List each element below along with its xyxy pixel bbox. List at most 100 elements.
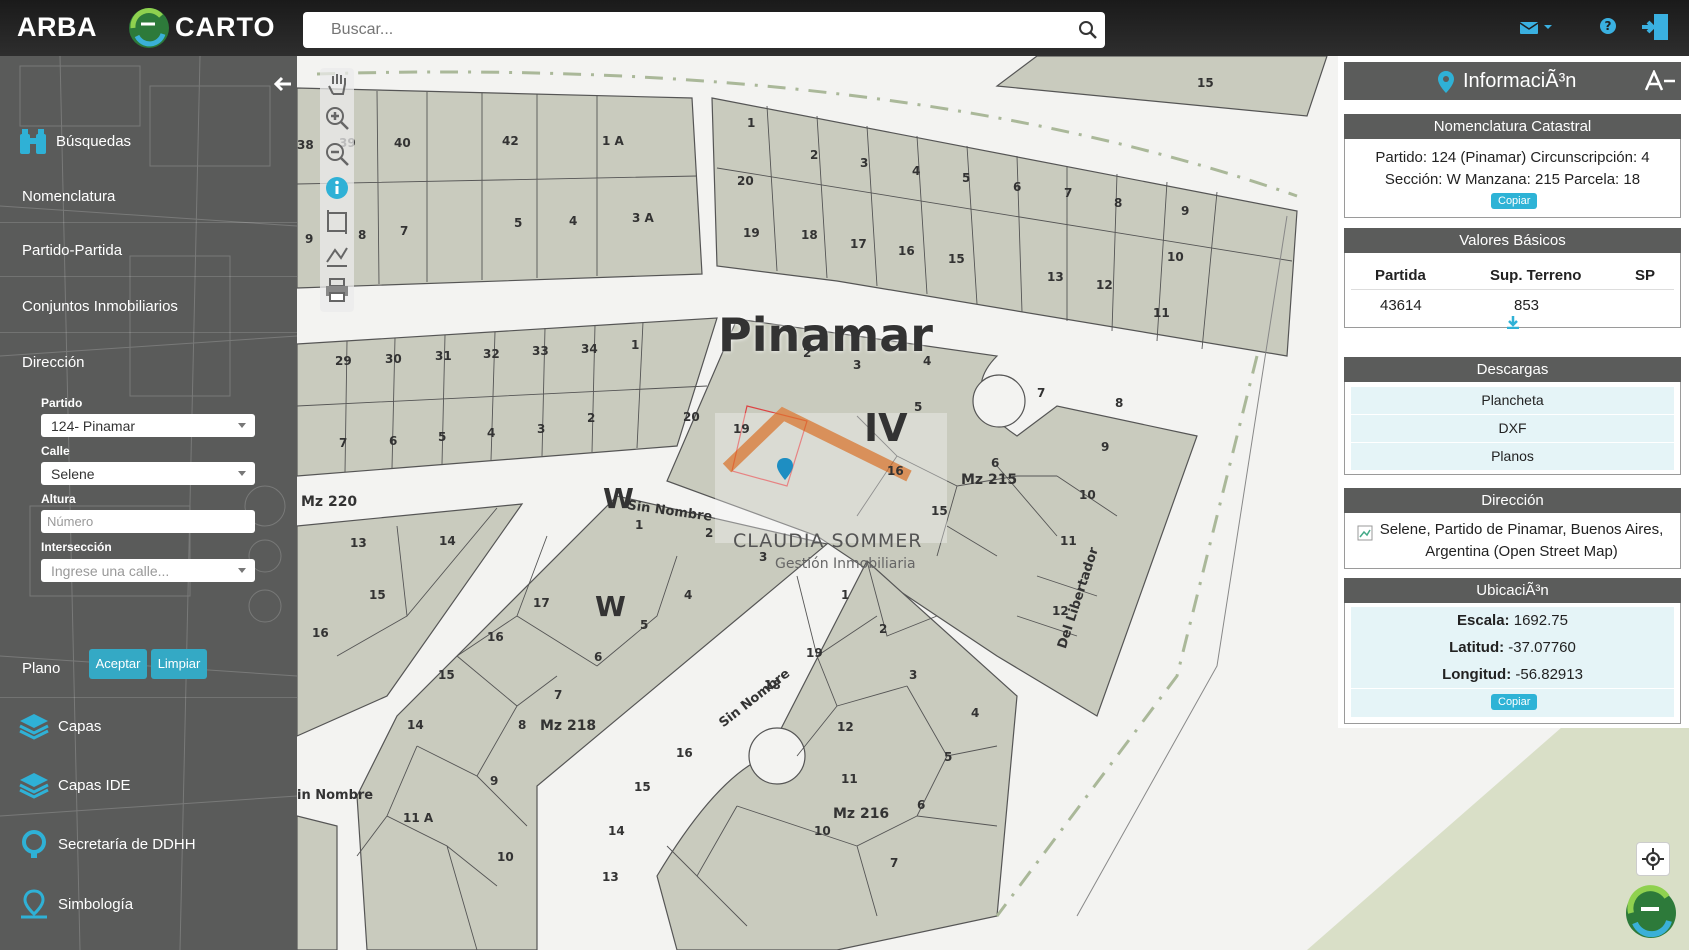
copy-ubicacion-button[interactable]: Copiar <box>1491 694 1538 710</box>
partida-value: 43614 <box>1380 297 1422 314</box>
direccion-line2: Argentina (Open Street Map) <box>1425 543 1618 560</box>
direccion-line1: Selene, Partido de Pinamar, Buenos Aires… <box>1379 521 1664 538</box>
print-icon[interactable] <box>323 276 351 304</box>
lot-number: 14 <box>439 534 456 548</box>
zoom-in-icon[interactable] <box>323 104 351 132</box>
altura-placeholder: Número <box>47 514 94 529</box>
sidebar-item-label: Simbología <box>58 895 134 913</box>
lot-number: 1 <box>841 588 850 602</box>
download-dxf[interactable]: DXF <box>1351 415 1674 443</box>
mail-icon[interactable] <box>1519 20 1539 36</box>
lot-number: 3 <box>860 156 869 170</box>
descargas-header: Descargas <box>1344 357 1681 382</box>
watermark-name: CLAUDIA SOMMER <box>733 530 923 552</box>
download-planos[interactable]: Planos <box>1351 443 1674 471</box>
calle-select[interactable]: Selene <box>41 462 255 485</box>
lot-number: 6 <box>389 434 398 448</box>
lot-number: 42 <box>502 134 519 148</box>
download-icon[interactable] <box>1506 315 1520 329</box>
nomenclatura-header: Nomenclatura Catastral <box>1344 114 1681 139</box>
lot-number: 4 <box>569 214 578 228</box>
longitud-label: Longitud: <box>1442 666 1512 683</box>
limpiar-button[interactable]: Limpiar <box>151 649 207 679</box>
lot-number: 6 <box>917 798 926 812</box>
lot-number: 15 <box>438 668 455 682</box>
pan-hand-icon[interactable] <box>323 70 351 98</box>
lot-number: 8 <box>1115 396 1124 410</box>
measure-distance-icon[interactable] <box>323 242 351 270</box>
search-input[interactable] <box>303 12 1091 48</box>
ubicacion-header: UbicaciÃ³n <box>1344 578 1681 603</box>
latitud-value: -37.07760 <box>1508 639 1576 656</box>
lot-number: 38 <box>297 138 314 152</box>
lot-number: 12 <box>1052 604 1069 618</box>
lot-number: 10 <box>1167 250 1184 264</box>
lot-number: 2 <box>810 148 819 162</box>
chevron-down-icon[interactable] <box>1543 23 1553 31</box>
map-pin-icon <box>21 889 47 919</box>
measure-area-icon[interactable] <box>323 208 351 236</box>
ddhh-icon <box>22 830 46 858</box>
sidebar-item-capas[interactable]: Capas <box>18 710 101 742</box>
altura-input[interactable]: Número <box>41 510 255 533</box>
latitud-label: Latitud: <box>1449 639 1505 656</box>
info-icon[interactable] <box>323 174 351 202</box>
lot-number: 16 <box>887 464 904 478</box>
lot-number: 29 <box>335 354 352 368</box>
logout-icon[interactable] <box>1640 11 1672 43</box>
descargas-body: Plancheta DXF Planos <box>1344 382 1681 475</box>
lot-number: 7 <box>1064 186 1073 200</box>
lot-number: 10 <box>1079 488 1096 502</box>
lot-number: 8 <box>1114 196 1123 210</box>
copy-row: Copiar <box>1351 689 1674 717</box>
sidebar-item-simbologia[interactable]: Simbología <box>18 888 133 920</box>
sidebar: Búsquedas Nomenclatura Partido-Partida C… <box>0 56 297 950</box>
sidebar-item-direccion[interactable]: Dirección <box>22 354 85 371</box>
lot-number: 17 <box>533 596 550 610</box>
sidebar-item-plano[interactable]: Plano <box>22 660 60 677</box>
lot-number: 12 <box>837 720 854 734</box>
aceptar-button[interactable]: Aceptar <box>89 649 147 679</box>
lot-number: 5 <box>962 171 971 185</box>
interseccion-select[interactable]: Ingrese una calle... <box>41 559 255 582</box>
sidebar-item-secretaria[interactable]: Secretaría de DDHH <box>18 828 196 860</box>
lot-number: 5 <box>640 618 649 632</box>
street-label: in Nombre <box>297 788 374 803</box>
lot-number: 17 <box>850 237 867 251</box>
caret-down-icon <box>238 568 246 573</box>
sidebar-item-busquedas[interactable]: Búsquedas <box>18 126 131 156</box>
valores-body: Partida Sup. Terreno SP 43614 853 <box>1344 253 1681 329</box>
download-plancheta[interactable]: Plancheta <box>1351 387 1674 415</box>
partido-label: Partido <box>41 396 83 410</box>
lot-number: 19 <box>743 226 760 240</box>
partido-select[interactable]: 124- Pinamar <box>41 414 255 437</box>
latitud-row: Latitud: -37.07760 <box>1351 634 1674 662</box>
help-icon[interactable]: ? <box>1599 17 1617 35</box>
lot-number: 4 <box>971 706 980 720</box>
layers-icon <box>19 714 49 740</box>
lot-number: 3 A <box>632 211 654 225</box>
copy-nomenclatura-button[interactable]: Copiar <box>1491 193 1538 209</box>
lot-number: 19 <box>806 646 823 660</box>
lot-number: 5 <box>514 216 523 230</box>
sidebar-item-nomenclatura[interactable]: Nomenclatura <box>22 188 115 205</box>
collapse-arrow-icon[interactable] <box>274 76 292 92</box>
sidebar-item-conjuntos[interactable]: Conjuntos Inmobiliarios <box>22 298 178 315</box>
sidebar-item-capas-ide[interactable]: Capas IDE <box>18 769 131 801</box>
lot-number: 7 <box>890 856 899 870</box>
lot-number: 2 <box>803 346 812 360</box>
lot-number: 15 <box>634 780 651 794</box>
interseccion-label: Intersección <box>41 540 112 554</box>
measure-tool-icon[interactable] <box>1644 70 1676 92</box>
arba-logo[interactable]: ARBA <box>17 12 97 43</box>
carto-logo-text: CARTO <box>175 12 276 42</box>
locate-button[interactable] <box>1636 842 1670 876</box>
watermark-logo <box>715 406 947 543</box>
lot-number: 33 <box>532 344 549 358</box>
lot-number: 4 <box>912 164 921 178</box>
interseccion-placeholder: Ingrese una calle... <box>51 563 170 579</box>
sidebar-item-partido-partida[interactable]: Partido-Partida <box>22 242 122 259</box>
lot-number: 4 <box>487 426 496 440</box>
search-icon[interactable] <box>1077 19 1099 41</box>
zoom-out-icon[interactable] <box>323 140 351 168</box>
